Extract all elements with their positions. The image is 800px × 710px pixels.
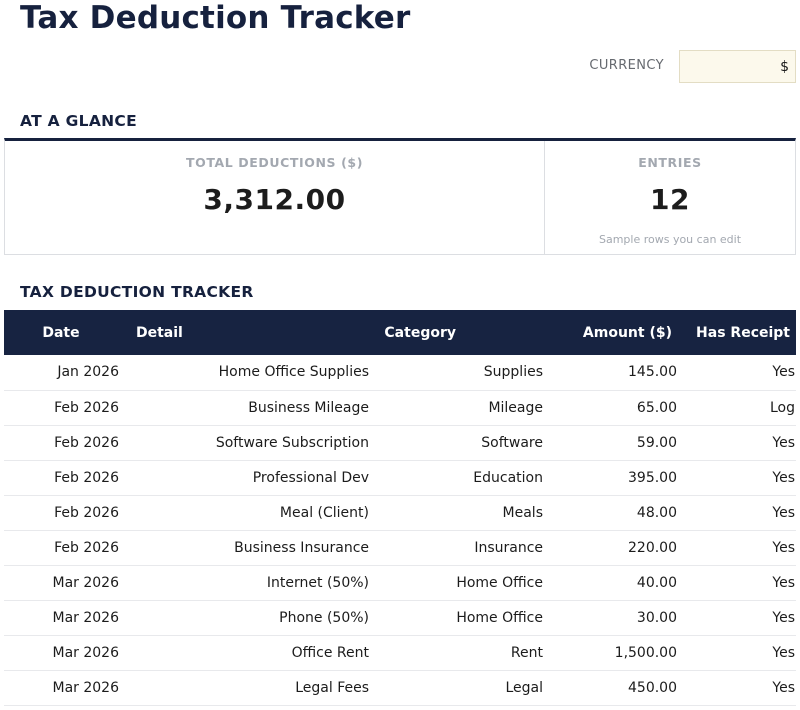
cell-detail[interactable]: Meal (Client) [120, 495, 370, 531]
table-row: Mar 2026 Legal Fees Legal 450.00 Yes [4, 670, 796, 706]
at-a-glance-panel: TOTAL DEDUCTIONS ($) 3,312.00 ENTRIES 12… [4, 138, 796, 255]
cell-category[interactable]: Software [370, 425, 544, 461]
cell-has-receipt[interactable]: Yes [678, 355, 796, 391]
cell-category[interactable]: Supplies [370, 355, 544, 391]
column-header-detail[interactable]: Detail [120, 310, 370, 355]
cell-detail[interactable]: Internet (50%) [120, 565, 370, 601]
cell-has-receipt[interactable]: Yes [678, 460, 796, 496]
currency-label: CURRENCY [589, 58, 664, 73]
cell-detail[interactable]: Phone (50%) [120, 600, 370, 636]
cell-category[interactable]: Insurance [370, 530, 544, 566]
cell-detail[interactable]: Business Mileage [120, 390, 370, 426]
entries-label: ENTRIES [638, 155, 702, 170]
cell-date[interactable]: Feb 2026 [4, 530, 120, 566]
entries-note: Sample rows you can edit [598, 233, 742, 246]
cell-amount[interactable]: 59.00 [544, 425, 678, 461]
table-row: Feb 2026 Professional Dev Education 395.… [4, 460, 796, 496]
cell-date[interactable]: Mar 2026 [4, 670, 120, 706]
cell-detail[interactable]: Software Subscription [120, 425, 370, 461]
cell-detail[interactable]: Home Office Supplies [120, 355, 370, 391]
column-header-category[interactable]: Category [370, 310, 544, 355]
cell-amount[interactable]: 395.00 [544, 460, 678, 496]
total-deductions-value: 3,312.00 [203, 183, 346, 216]
cell-amount[interactable]: 145.00 [544, 355, 678, 391]
cell-detail[interactable]: Business Insurance [120, 530, 370, 566]
table-body: Jan 2026 Home Office Supplies Supplies 1… [4, 355, 796, 706]
cell-category[interactable]: Home Office [370, 565, 544, 601]
table-row: Feb 2026 Business Mileage Mileage 65.00 … [4, 390, 796, 426]
column-header-amount[interactable]: Amount ($) [544, 310, 678, 355]
cell-category[interactable]: Meals [370, 495, 544, 531]
currency-input[interactable] [679, 50, 796, 83]
cell-category[interactable]: Rent [370, 635, 544, 671]
cell-category[interactable]: Education [370, 460, 544, 496]
table-row: Jan 2026 Home Office Supplies Supplies 1… [4, 355, 796, 391]
cell-date[interactable]: Feb 2026 [4, 390, 120, 426]
table-row: Feb 2026 Software Subscription Software … [4, 425, 796, 461]
tracker-heading: TAX DEDUCTION TRACKER [20, 283, 254, 301]
cell-amount[interactable]: 65.00 [544, 390, 678, 426]
total-deductions-card: TOTAL DEDUCTIONS ($) 3,312.00 [5, 141, 545, 254]
column-header-date[interactable]: Date [4, 310, 120, 355]
deduction-table: Date Detail Category Amount ($) Has Rece… [4, 310, 796, 706]
table-row: Mar 2026 Office Rent Rent 1,500.00 Yes [4, 635, 796, 671]
column-header-has-receipt[interactable]: Has Receipt [678, 310, 796, 355]
table-row: Mar 2026 Phone (50%) Home Office 30.00 Y… [4, 600, 796, 636]
cell-date[interactable]: Mar 2026 [4, 600, 120, 636]
page-title: Tax Deduction Tracker [20, 0, 411, 36]
cell-has-receipt[interactable]: Yes [678, 495, 796, 531]
cell-amount[interactable]: 40.00 [544, 565, 678, 601]
cell-date[interactable]: Mar 2026 [4, 565, 120, 601]
cell-date[interactable]: Mar 2026 [4, 635, 120, 671]
spreadsheet-page: Tax Deduction Tracker CURRENCY AT A GLAN… [0, 0, 800, 710]
cell-detail[interactable]: Legal Fees [120, 670, 370, 706]
cell-has-receipt[interactable]: Yes [678, 425, 796, 461]
cell-has-receipt[interactable]: Yes [678, 565, 796, 601]
table-row: Feb 2026 Business Insurance Insurance 22… [4, 530, 796, 566]
table-header-row: Date Detail Category Amount ($) Has Rece… [4, 310, 796, 355]
table-row: Mar 2026 Internet (50%) Home Office 40.0… [4, 565, 796, 601]
cell-amount[interactable]: 48.00 [544, 495, 678, 531]
cell-date[interactable]: Feb 2026 [4, 460, 120, 496]
cell-category[interactable]: Mileage [370, 390, 544, 426]
cell-has-receipt[interactable]: Yes [678, 635, 796, 671]
cell-detail[interactable]: Professional Dev [120, 460, 370, 496]
entries-value: 12 [650, 183, 690, 216]
cell-has-receipt[interactable]: Yes [678, 670, 796, 706]
cell-has-receipt[interactable]: Log [678, 390, 796, 426]
cell-date[interactable]: Jan 2026 [4, 355, 120, 391]
cell-amount[interactable]: 30.00 [544, 600, 678, 636]
cell-has-receipt[interactable]: Yes [678, 600, 796, 636]
cell-amount[interactable]: 1,500.00 [544, 635, 678, 671]
cell-category[interactable]: Home Office [370, 600, 544, 636]
total-deductions-label: TOTAL DEDUCTIONS ($) [185, 155, 364, 170]
cell-amount[interactable]: 450.00 [544, 670, 678, 706]
at-a-glance-heading: AT A GLANCE [20, 112, 137, 130]
cell-detail[interactable]: Office Rent [120, 635, 370, 671]
table-row: Feb 2026 Meal (Client) Meals 48.00 Yes [4, 495, 796, 531]
cell-amount[interactable]: 220.00 [544, 530, 678, 566]
cell-date[interactable]: Feb 2026 [4, 425, 120, 461]
deduction-table-wrap: Date Detail Category Amount ($) Has Rece… [4, 310, 796, 706]
cell-date[interactable]: Feb 2026 [4, 495, 120, 531]
cell-category[interactable]: Legal [370, 670, 544, 706]
entries-card: ENTRIES 12 Sample rows you can edit [545, 141, 795, 254]
cell-has-receipt[interactable]: Yes [678, 530, 796, 566]
